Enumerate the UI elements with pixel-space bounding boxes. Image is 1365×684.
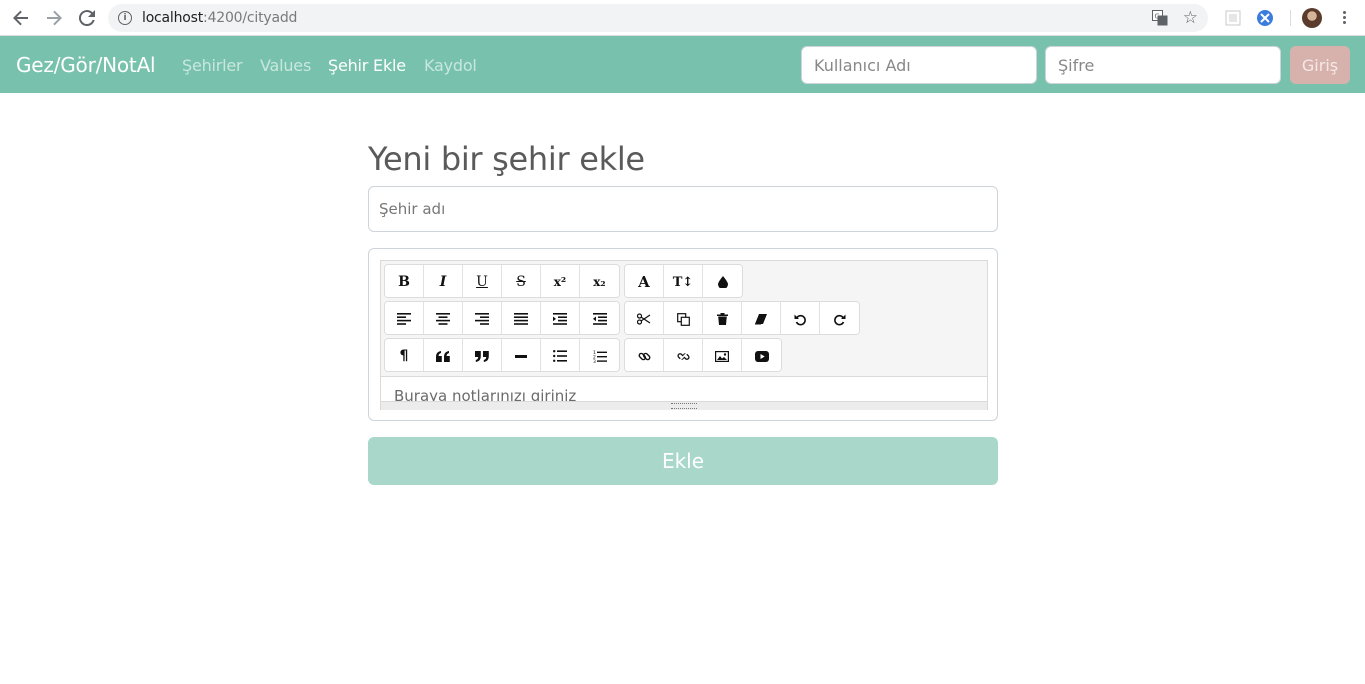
toolbar-separator [1290,10,1291,26]
text-color-button[interactable] [703,265,742,297]
username-input[interactable] [801,46,1037,84]
info-icon[interactable]: i [118,11,132,25]
browser-toolbar: i localhost:4200/cityadd G ☆ [0,0,1365,36]
bullet-list-icon [553,350,567,362]
notes-placeholder: Buraya notlarınızı giriniz [394,387,577,402]
insert-image-button[interactable] [703,339,742,371]
url-text: localhost:4200/cityadd [142,10,297,26]
indent-button[interactable] [541,302,580,334]
remove-link-button[interactable] [664,339,703,371]
toolbar-group-edit [624,301,860,335]
italic-button[interactable]: I [424,265,463,297]
rich-text-editor: B I U S x² x₂ A T↕ ¶ 1 2 3 Buraya notlar… [380,260,988,410]
undo-icon [794,314,806,325]
numbered-list-button[interactable]: 123 [580,339,619,371]
svg-text:3: 3 [593,359,596,363]
redo-button[interactable] [820,302,859,334]
trash-icon [716,313,728,325]
image-icon [715,350,729,362]
clear-format-button[interactable] [742,302,781,334]
address-bar[interactable]: i localhost:4200/cityadd G ☆ [108,4,1208,32]
pilcrow-icon: ¶ [399,348,409,364]
toolbar-row-alignment [384,301,864,335]
numbered-list-icon: 123 [593,350,607,363]
editor-resize-handle[interactable] [381,401,987,410]
subscript-button[interactable]: x₂ [580,265,619,297]
horizontal-rule-button[interactable] [502,339,541,371]
unlink-icon [676,349,690,363]
align-center-button[interactable] [424,302,463,334]
brand-logo[interactable]: Gez/Gör/NotAl [16,53,156,77]
notes-editor-container: B I U S x² x₂ A T↕ ¶ 1 2 3 Buraya notlar… [368,248,998,421]
extension-blue-icon[interactable] [1257,10,1273,26]
toolbar-group-font: A T↕ [624,264,743,298]
toolbar-group-blocks: ¶ 123 [384,338,620,372]
align-center-icon [436,313,450,325]
extension-icon[interactable] [1225,10,1241,26]
delete-button[interactable] [703,302,742,334]
font-size-button[interactable]: T↕ [664,265,703,297]
redo-icon [834,314,846,325]
align-justify-icon [514,313,528,325]
blockquote-button[interactable] [424,339,463,371]
superscript-button[interactable]: x² [541,265,580,297]
login-button[interactable]: Giriş [1290,46,1350,84]
align-right-icon [475,313,489,325]
copy-button[interactable] [664,302,703,334]
align-left-button[interactable] [385,302,424,334]
bookmark-star-icon[interactable]: ☆ [1183,8,1198,28]
more-menu-icon[interactable] [1339,9,1349,27]
align-justify-button[interactable] [502,302,541,334]
cut-button[interactable] [625,302,664,334]
reload-icon[interactable] [75,6,99,30]
url-path: :4200/cityadd [203,10,298,26]
url-host: localhost [142,10,204,26]
paragraph-button[interactable]: ¶ [385,339,424,371]
svg-text:G: G [1155,13,1160,21]
font-family-button[interactable]: A [625,265,664,297]
close-quote-icon [475,350,489,362]
resize-grip-icon [671,403,697,409]
indent-icon [553,313,567,325]
nav-link-sehir-ekle[interactable]: Şehir Ekle [328,56,406,75]
align-right-button[interactable] [463,302,502,334]
bullet-list-button[interactable] [541,339,580,371]
forward-icon[interactable] [42,6,66,30]
nav-link-sehirler[interactable]: Şehirler [182,56,243,75]
horizontal-rule-icon [515,354,527,358]
strikethrough-button[interactable]: S [502,265,541,297]
nav-link-kaydol[interactable]: Kaydol [424,56,477,75]
eraser-icon [755,314,767,325]
city-name-input[interactable] [368,186,998,232]
profile-avatar[interactable] [1302,8,1322,28]
insert-video-button[interactable] [742,339,781,371]
notes-textarea[interactable]: Buraya notlarınızı giriniz [381,376,987,402]
toolbar-group-media [624,338,782,372]
toolbar-row-insert: ¶ 123 [384,338,786,372]
outdent-icon [592,313,607,325]
open-quote-icon [436,350,450,362]
toolbar-group-align [384,301,620,335]
toolbar-group-text-style: B I U S x² x₂ [384,264,620,298]
copy-icon [676,312,690,326]
app-navbar: Gez/Gör/NotAl Şehirler Values Şehir Ekle… [0,36,1365,93]
align-left-icon [397,313,411,325]
page-title: Yeni bir şehir ekle [368,140,645,178]
password-input[interactable] [1045,46,1281,84]
back-icon[interactable] [9,6,33,30]
add-city-button[interactable]: Ekle [368,437,998,485]
close-quote-button[interactable] [463,339,502,371]
droplet-icon [717,276,728,288]
scissors-icon [637,313,651,325]
youtube-icon [754,350,769,362]
undo-button[interactable] [781,302,820,334]
toolbar-row-formatting: B I U S x² x₂ A T↕ [384,264,747,298]
link-icon [638,352,650,360]
outdent-button[interactable] [580,302,619,334]
bold-button[interactable]: B [385,265,424,297]
insert-link-button[interactable] [625,339,664,371]
underline-button[interactable]: U [463,265,502,297]
nav-link-values[interactable]: Values [260,56,311,75]
translate-icon[interactable]: G [1152,10,1168,26]
